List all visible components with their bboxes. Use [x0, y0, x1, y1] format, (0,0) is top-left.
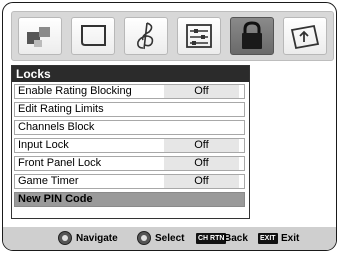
menu-item-label: Input Lock [18, 139, 69, 151]
select-button-icon [137, 231, 151, 245]
menu-item-label: Channels Block [18, 121, 95, 133]
audio-icon[interactable] [124, 17, 168, 55]
menu-item-value: Off [164, 175, 239, 188]
menu-item-value: Off [164, 85, 239, 98]
tv-menu-frame: Locks Enable Rating Blocking Off Edit Ra… [2, 2, 337, 251]
lock-icon[interactable] [230, 17, 274, 55]
screen-icon[interactable] [71, 17, 115, 55]
menu-item-game-timer[interactable]: Game Timer Off [14, 174, 245, 189]
ch-rtn-key-icon: CH RTN [196, 233, 227, 244]
menu-title: Locks [12, 66, 249, 82]
back-label: Back [224, 233, 248, 244]
menu-item-label: New PIN Code [18, 193, 93, 205]
menu-item-channels-block[interactable]: Channels Block [14, 120, 245, 135]
locks-menu-panel: Locks Enable Rating Blocking Off Edit Ra… [11, 65, 250, 219]
picture-icon[interactable] [18, 17, 62, 55]
setup-icon[interactable] [177, 17, 221, 55]
menu-item-edit-rating-limits[interactable]: Edit Rating Limits [14, 102, 245, 117]
menu-item-label: Game Timer [18, 175, 79, 187]
navigate-dpad-icon [58, 231, 72, 245]
menu-item-value: Off [164, 139, 239, 152]
menu-item-label: Front Panel Lock [18, 157, 102, 169]
menu-item-enable-rating-blocking[interactable]: Enable Rating Blocking Off [14, 84, 245, 99]
exit-label: Exit [281, 233, 300, 244]
menu-item-front-panel-lock[interactable]: Front Panel Lock Off [14, 156, 245, 171]
menu-icon-strip [11, 11, 334, 61]
menu-item-new-pin-code[interactable]: New PIN Code [14, 192, 245, 207]
menu-item-label: Enable Rating Blocking [18, 85, 132, 97]
menu-item-input-lock[interactable]: Input Lock Off [14, 138, 245, 153]
help-bar: Navigate Select CH RTN Back EXIT Exit [3, 227, 336, 250]
applications-icon[interactable] [283, 17, 327, 55]
select-label: Select [155, 233, 185, 244]
navigate-label: Navigate [76, 233, 118, 244]
menu-item-label: Edit Rating Limits [18, 103, 104, 115]
exit-key-icon: EXIT [258, 233, 278, 244]
menu-item-value: Off [164, 157, 239, 170]
